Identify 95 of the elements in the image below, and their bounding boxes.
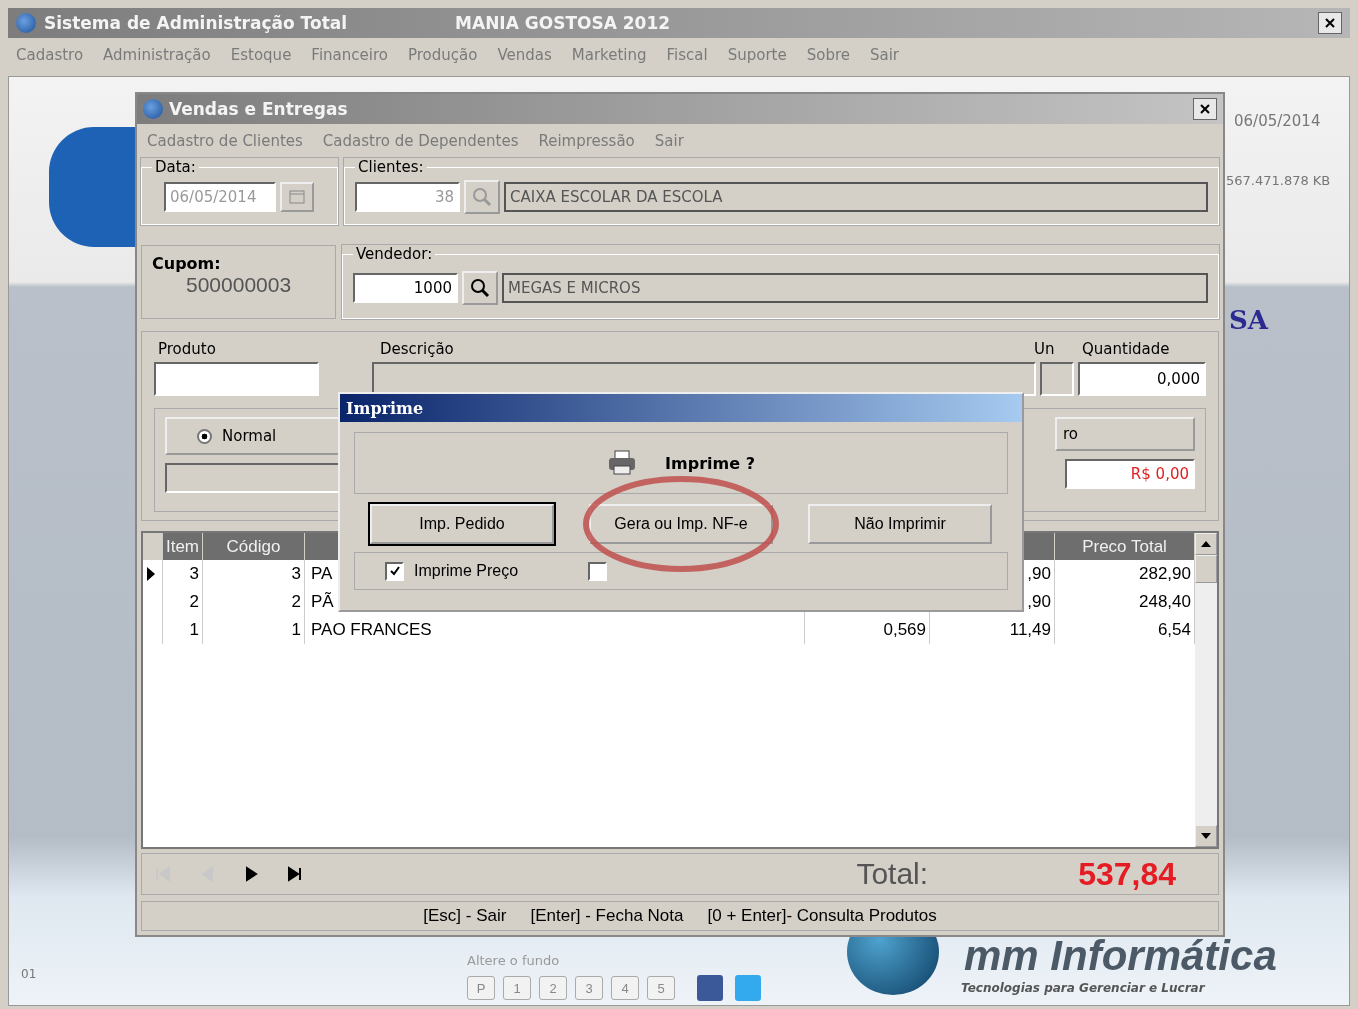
quantity-field[interactable]: 0,000 [1078,362,1206,396]
total-value: 537,84 [1078,855,1176,893]
table-cell: 11,49 [1009,620,1051,640]
seller-code-field[interactable]: 1000 [353,272,458,303]
table-cell: ,90 [1027,564,1051,584]
date-text: 06/05/2014 [1234,112,1321,130]
menu-item[interactable]: Administração [103,46,211,64]
checkbox[interactable] [588,561,608,581]
app-logo-icon [143,99,163,119]
close-button[interactable] [1318,12,1342,34]
action-button[interactable]: ro [1055,417,1195,451]
scrollbar[interactable] [1195,533,1217,847]
field-label: Vendedor: [355,245,434,263]
logo-tagline: Tecnologias para Gerenciar e Lucrar [961,981,1205,995]
table-cell: ,90 [1027,592,1051,612]
column-header[interactable]: Preco Total [1055,533,1195,560]
background-option-button[interactable]: P [467,976,495,1000]
background-option-button[interactable]: 3 [575,976,603,1000]
question-text: Imprime ? [665,453,755,473]
field-label: Clientes: [357,158,425,176]
column-header[interactable]: Código [203,533,305,560]
up-arrow-icon [1201,541,1211,547]
dialog-button[interactable]: Não Imprimir [808,504,992,544]
coupon-number: 500000003 [185,273,293,297]
radio-label: Normal [222,427,277,445]
printer-icon [607,450,638,476]
menu-item[interactable]: Sair [654,132,684,150]
menu-item[interactable]: Cadastro [16,46,84,64]
menu-item[interactable]: Reimpressão [538,132,635,150]
down-arrow-icon [1201,833,1211,839]
dialog-title: Imprime [346,398,424,418]
coupon-label: Cupom: [152,254,222,273]
search-button[interactable] [462,270,498,305]
menu-item[interactable]: Estoque [230,46,292,64]
disk-space-text: 567.471.878 KB [1226,173,1331,188]
total-label: Total: [856,857,929,891]
logo-text: mm Informática [964,935,1277,977]
background-option-button[interactable]: 5 [647,976,675,1000]
client-name-field: CAIXA ESCOLAR DA ESCOLA [504,182,1208,212]
menu-item[interactable]: Sair [870,46,900,64]
field-label: Quantidade [1082,340,1170,358]
brand-text: SA [1229,305,1268,335]
checkbox-label: Imprime Preço [414,562,519,580]
calendar-icon [289,190,305,204]
table-cell: PAO FRANCES [311,620,432,640]
dialog-button[interactable]: Gera ou Imp. NF-e [589,504,773,544]
current-row-icon [147,567,155,581]
window-title: Vendas e Entregas [169,99,348,119]
field-label: Produto [158,340,216,358]
column-header[interactable]: Item [163,533,203,560]
menu-item[interactable]: Fiscal [666,46,708,64]
date-field[interactable]: 06/05/2014 [164,182,276,212]
checkmark-icon [388,565,401,577]
menu-item[interactable]: Cadastro de Dependentes [322,132,519,150]
price-field: R$ 0,00 [1065,459,1195,489]
menu-item[interactable]: Vendas [497,46,552,64]
search-icon [469,276,491,299]
scroll-down-button[interactable] [1195,825,1217,847]
background-option-button[interactable]: 2 [539,976,567,1000]
company-name: MANIA GOSTOSA 2012 [455,13,671,33]
menu-item[interactable]: Financeiro [311,46,388,64]
corner-text: 01 [21,967,37,981]
dialog-button[interactable]: Imp. Pedido [370,504,554,544]
field-label: Descrição [380,340,454,358]
shortcut-hint: [Esc] - Sair [423,906,507,926]
table-cell: PÃ [311,592,334,612]
background-option-button[interactable]: 1 [503,976,531,1000]
shortcut-hint: [Enter] - Fecha Nota [530,906,684,926]
client-code-field[interactable]: 38 [355,182,460,212]
app-logo-icon [16,13,36,33]
menu-item[interactable]: Cadastro de Clientes [147,132,303,150]
shortcut-hint: [0 + Enter]- Consulta Produtos [707,906,937,926]
last-icon[interactable] [286,865,304,883]
close-button[interactable] [1193,98,1217,120]
radio-button[interactable] [197,428,212,444]
background-label: Altere o fundo [467,953,560,968]
table-cell: 0,569 [883,620,926,640]
menu-item[interactable]: Produção [407,46,478,64]
field-label: Data: [154,158,197,176]
product-field[interactable] [154,362,319,396]
close-icon [1324,17,1336,29]
seller-name-field: MEGAS E MICROS [502,272,1208,303]
checkbox[interactable] [385,561,404,581]
table-cell: PA [311,564,333,584]
scroll-up-button[interactable] [1195,533,1217,555]
field-label: Un [1034,340,1055,358]
menu-item[interactable]: Suporte [727,46,787,64]
search-icon [471,186,493,208]
unit-field[interactable] [1040,362,1074,396]
background-option-button[interactable]: 4 [611,976,639,1000]
scroll-thumb[interactable] [1195,555,1217,583]
window-title: Sistema de Administração Total [44,13,348,33]
close-icon [1199,103,1211,115]
menu-item[interactable]: Sobre [806,46,850,64]
menu-item[interactable]: Marketing [571,46,647,64]
